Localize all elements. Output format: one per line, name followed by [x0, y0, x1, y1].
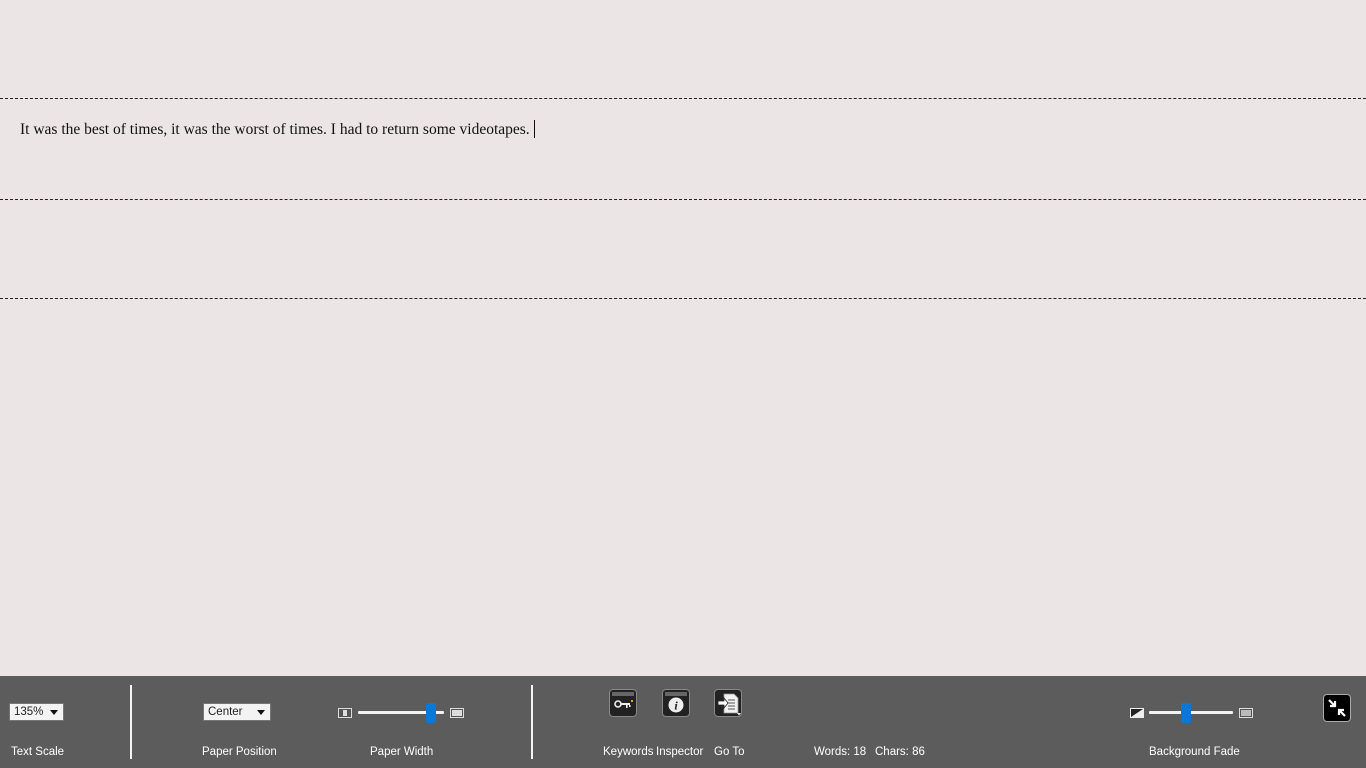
toolbar-divider — [130, 685, 132, 759]
inspector-label: Inspector — [656, 746, 704, 758]
info-icon: i — [665, 692, 687, 713]
exit-fullscreen-icon — [1328, 699, 1346, 717]
document-text-content[interactable]: It was the best of times, it was the wor… — [20, 121, 530, 138]
page-divider — [0, 298, 1366, 299]
wide-paper-icon — [450, 708, 464, 718]
paper-position-label: Paper Position — [202, 746, 277, 758]
composition-editor[interactable]: It was the best of times, it was the wor… — [0, 0, 1366, 676]
text-scale-select[interactable]: 135% — [9, 703, 64, 721]
text-scale-label: Text Scale — [11, 746, 65, 758]
text-area-bottom-border — [0, 199, 1366, 200]
char-count: Chars: 86 — [875, 746, 925, 758]
narrow-paper-icon — [338, 708, 352, 718]
paper-position-value: Center — [208, 706, 243, 718]
fade-high-icon — [1239, 708, 1253, 718]
inspector-button[interactable]: i — [662, 689, 690, 717]
exit-fullscreen-button[interactable] — [1323, 694, 1351, 722]
fade-low-icon — [1130, 708, 1144, 718]
toolbar-divider — [531, 685, 533, 759]
background-fade-slider-track — [1149, 711, 1233, 714]
text-scale-value: 135% — [14, 706, 44, 718]
text-cursor — [533, 120, 535, 138]
chevron-down-icon — [257, 710, 265, 715]
paper-position-select[interactable]: Center — [203, 703, 271, 721]
paper-width-slider[interactable] — [358, 702, 444, 724]
goto-button[interactable] — [714, 689, 742, 717]
chevron-down-icon — [50, 710, 58, 715]
text-area-top-border — [0, 98, 1366, 99]
keywords-label: Keywords — [603, 746, 654, 758]
key-icon — [612, 692, 634, 708]
goto-label: Go To — [714, 746, 745, 758]
paper-width-label: Paper Width — [370, 746, 434, 758]
background-fade-slider[interactable] — [1149, 702, 1233, 724]
goto-document-icon — [717, 693, 741, 716]
keywords-button[interactable] — [609, 689, 637, 717]
document-text[interactable]: It was the best of times, it was the wor… — [20, 120, 535, 139]
word-count: Words: 18 — [814, 746, 867, 758]
composition-toolbar: 135% Text Scale Center Paper Position Pa… — [0, 676, 1366, 768]
background-fade-label: Background Fade — [1149, 746, 1240, 758]
background-fade-slider-thumb[interactable] — [1181, 703, 1191, 723]
paper-width-slider-thumb[interactable] — [426, 703, 436, 723]
